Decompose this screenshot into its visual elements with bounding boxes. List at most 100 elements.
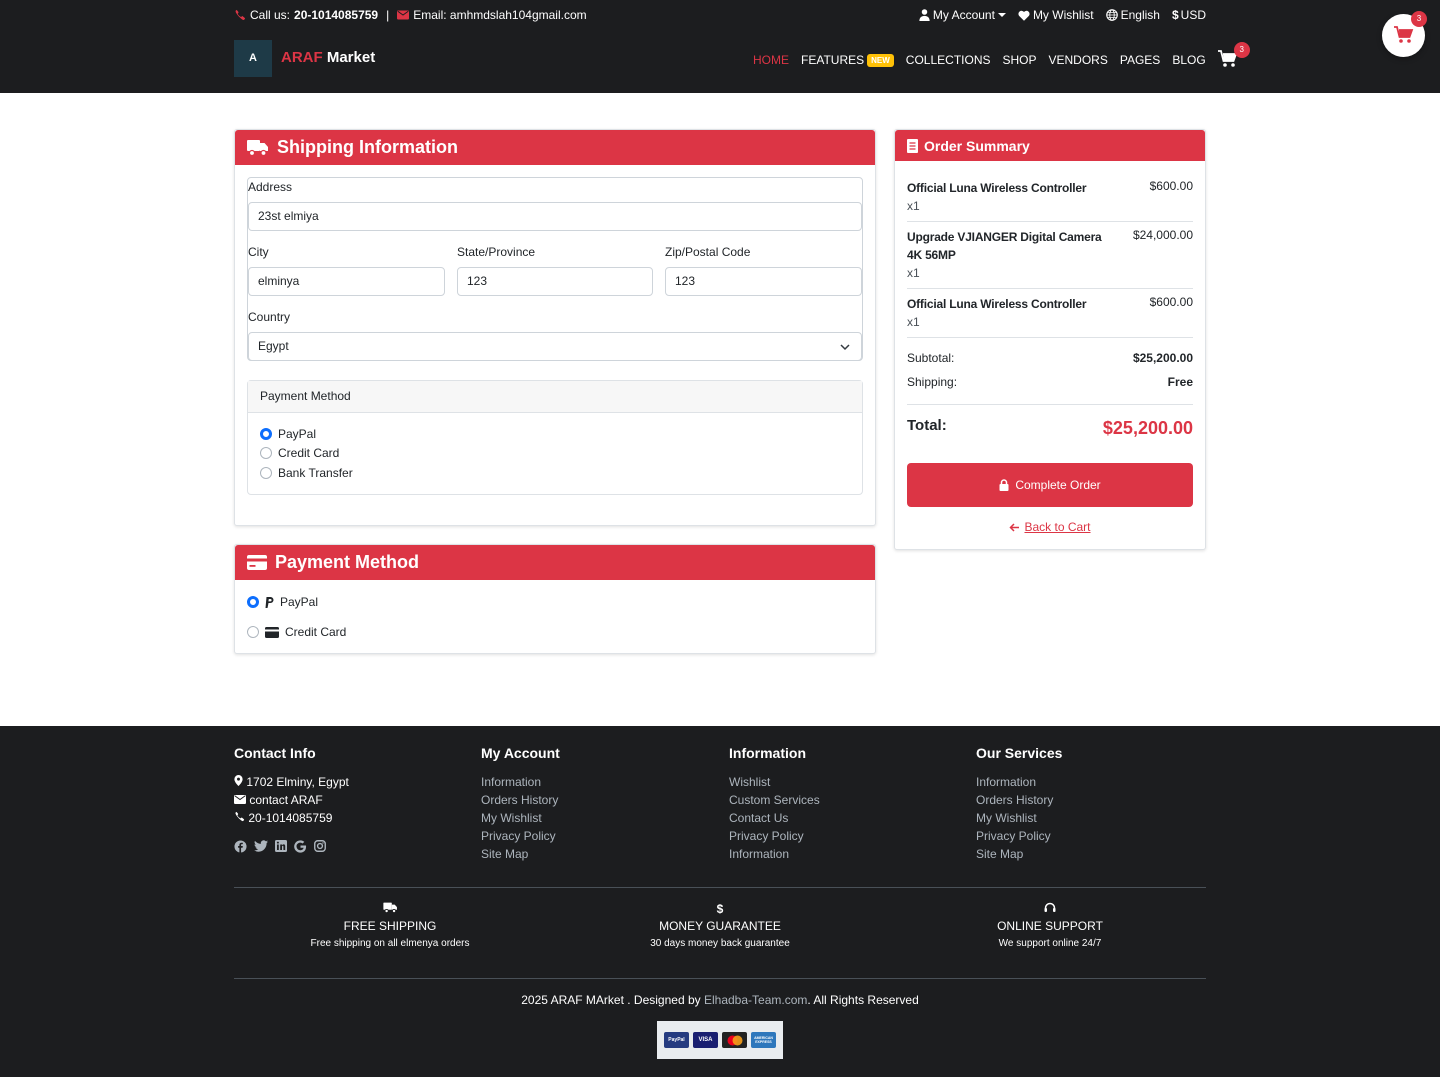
divider [907, 337, 1193, 338]
designer-link[interactable]: Elhadba-Team.com [704, 993, 807, 1007]
arrow-left-icon [1009, 523, 1020, 532]
payment-card: Payment Method PayPal Credit Card [234, 544, 876, 654]
main-nav: HOME FEATURES NEW COLLECTIONS SHOP VENDO… [753, 42, 1250, 70]
nav-home[interactable]: HOME [753, 53, 789, 67]
footer-link[interactable]: My Wishlist [481, 809, 560, 827]
order-item-price: $24,000.00 [1132, 228, 1193, 242]
zip-label: Zip/Postal Code [665, 245, 751, 259]
footer-link[interactable]: Information [481, 773, 560, 791]
total-row: Total: $25,200.00 [907, 417, 1193, 438]
payment-option-label: Credit Card [285, 625, 347, 639]
country-select[interactable]: Egypt [248, 332, 862, 361]
footer-link[interactable]: Information [729, 845, 820, 863]
shipping-card-title: Shipping Information [277, 137, 458, 157]
email-text[interactable]: Email: amhmdslah104gmail.com [413, 8, 586, 22]
twitter-icon[interactable] [254, 840, 268, 852]
nav-shop[interactable]: SHOP [1002, 53, 1036, 67]
footer-contact-title: Contact Info [234, 745, 316, 761]
payment-option-credit-card[interactable]: Credit Card [260, 446, 339, 460]
footer-link[interactable]: Orders History [976, 791, 1062, 809]
payment-method-box-header: Payment Method [248, 381, 862, 413]
payment-credit-card-option[interactable]: Credit Card [247, 625, 346, 639]
footer-my-account-title: My Account [481, 745, 560, 761]
address-input[interactable]: 23st elmiya [248, 202, 862, 231]
nav-cart-button[interactable]: 3 [1217, 42, 1250, 70]
order-summary-title: Order Summary [924, 137, 1030, 154]
top-header: Call us: 20-1014085759 | Email: amhmdsla… [0, 0, 1440, 93]
linkedin-icon[interactable] [275, 840, 287, 852]
order-item: Official Luna Wireless Controller x1 $60… [907, 179, 1193, 215]
caret-down-icon [997, 13, 1006, 17]
order-item-qty: x1 [907, 199, 920, 213]
footer-link[interactable]: Privacy Policy [976, 827, 1062, 845]
payment-paypal-option[interactable]: PayPal [247, 595, 318, 609]
payment-option-label: Bank Transfer [278, 466, 353, 480]
country-label: Country [248, 310, 291, 324]
payment-option-paypal[interactable]: PayPal [260, 427, 316, 441]
footer-link[interactable]: Site Map [481, 845, 560, 863]
radio-credit-card[interactable] [247, 626, 259, 638]
user-icon [919, 9, 930, 21]
shipping-value: Free [1167, 375, 1193, 389]
footer-link[interactable]: Contact Us [729, 809, 820, 827]
footer-link[interactable]: My Wishlist [976, 809, 1062, 827]
call-label: Call us: [250, 8, 291, 22]
footer-link[interactable]: Custom Services [729, 791, 820, 809]
nav-blog[interactable]: BLOG [1172, 53, 1205, 67]
radio-credit-card[interactable] [260, 447, 272, 459]
subtotal-label: Subtotal: [907, 351, 955, 365]
city-input[interactable]: elminya [248, 267, 445, 296]
copyright: 2025 ARAF MArket . Designed by Elhadba-T… [0, 993, 1440, 1007]
my-account-dropdown[interactable]: My Account [919, 8, 1006, 22]
brand-name[interactable]: ARAF Market [281, 49, 375, 66]
nav-collections[interactable]: COLLECTIONS [906, 53, 991, 67]
language-selector[interactable]: English [1105, 8, 1160, 22]
dollar-icon: $ [1171, 8, 1179, 22]
order-summary-header: Order Summary [895, 130, 1205, 161]
my-wishlist-link[interactable]: My Wishlist [1018, 8, 1094, 22]
instagram-icon[interactable] [314, 840, 326, 852]
footer-link[interactable]: Wishlist [729, 773, 820, 791]
order-item-name: Official Luna Wireless Controller [907, 297, 1087, 311]
footer-email-text[interactable]: contact ARAF [249, 793, 322, 807]
footer-services-column: Our Services Information Orders History … [976, 745, 1062, 863]
order-item-qty: x1 [907, 315, 920, 329]
order-item: Upgrade VJIANGER Digital Camera 4K 56MP … [907, 228, 1193, 282]
footer-link[interactable]: Information [976, 773, 1062, 791]
footer-link[interactable]: Orders History [481, 791, 560, 809]
nav-pages[interactable]: PAGES [1120, 53, 1160, 67]
amex-card-label: AMERICAN EXPRESS [754, 1036, 773, 1044]
floating-cart-button[interactable]: 3 [1382, 11, 1427, 57]
footer-link[interactable]: Privacy Policy [729, 827, 820, 845]
zip-input[interactable]: 123 [665, 267, 862, 296]
footer-link[interactable]: Privacy Policy [481, 827, 560, 845]
phone-number[interactable]: 20-1014085759 [294, 8, 378, 22]
footer-services-title: Our Services [976, 745, 1063, 761]
footer-address: 1702 Elminy, Egypt [234, 773, 349, 791]
facebook-icon[interactable] [234, 840, 247, 853]
footer-phone-text[interactable]: 20-1014085759 [248, 811, 332, 825]
brand-logo[interactable]: A [234, 40, 272, 77]
total-label: Total: [907, 417, 947, 434]
country-value: Egypt [258, 339, 289, 353]
nav-vendors[interactable]: VENDORS [1049, 53, 1108, 67]
visa-card-icon: VISA [693, 1032, 718, 1048]
back-to-cart-link[interactable]: Back to Cart [895, 520, 1205, 534]
nav-features[interactable]: FEATURES NEW [801, 53, 894, 67]
subtotal-row: Subtotal: $25,200.00 [907, 351, 1193, 365]
radio-paypal[interactable] [247, 596, 259, 608]
address-label: Address [248, 180, 293, 194]
payment-option-label: Credit Card [278, 446, 340, 460]
payment-option-bank-transfer[interactable]: Bank Transfer [260, 466, 353, 480]
credit-card-icon [265, 626, 279, 638]
google-icon[interactable] [294, 840, 307, 853]
footer-link[interactable]: Site Map [976, 845, 1062, 863]
complete-order-button[interactable]: Complete Order [907, 463, 1193, 507]
feature-free-shipping: FREE SHIPPING Free shipping on all elmen… [240, 902, 540, 949]
radio-bank-transfer[interactable] [260, 467, 272, 479]
currency-selector[interactable]: $ USD [1172, 8, 1206, 22]
state-input[interactable]: 123 [457, 267, 653, 296]
separator: | [386, 8, 390, 22]
radio-paypal[interactable] [260, 428, 272, 440]
order-summary-card: Order Summary Official Luna Wireless Con… [894, 129, 1206, 550]
